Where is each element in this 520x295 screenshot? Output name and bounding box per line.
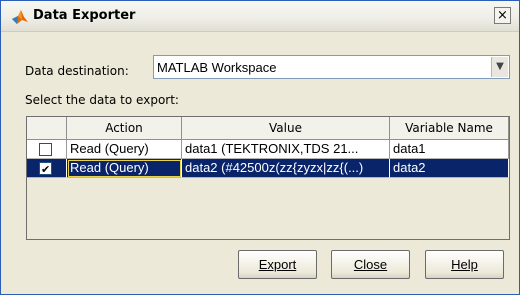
checkmark-icon: ✔ (41, 164, 51, 176)
export-label: Export (258, 257, 297, 272)
value-cell[interactable]: data2 (#42500z(zz{zyzx|zz{(...) (182, 159, 390, 178)
destination-value: MATLAB Workspace (157, 60, 277, 75)
export-table: Action Value Variable Name Read (Query) … (26, 116, 510, 240)
matlab-icon (12, 10, 28, 24)
destination-label: Data destination: (25, 64, 129, 78)
header-variable-name[interactable]: Variable Name (390, 117, 509, 140)
close-label: Close (353, 257, 388, 272)
table-row-selected[interactable]: ✔ Read (Query) data2 (#42500z(zz{zyzx|zz… (27, 159, 509, 178)
chevron-down-icon[interactable]: ▼ (491, 57, 508, 77)
checkbox-cell[interactable] (27, 140, 67, 159)
table-row[interactable]: Read (Query) data1 (TEKTRONIX,TDS 21... … (27, 140, 509, 159)
row-checkbox-checked[interactable]: ✔ (39, 162, 52, 176)
checkbox-cell[interactable]: ✔ (27, 159, 67, 178)
title-bar[interactable]: Data Exporter × (1, 1, 519, 32)
variable-name-cell[interactable]: data1 (390, 140, 509, 159)
row-checkbox[interactable] (39, 143, 52, 156)
action-cell[interactable]: Read (Query) (67, 159, 182, 178)
select-data-label: Select the data to export: (25, 93, 179, 107)
destination-select[interactable]: MATLAB Workspace ▼ (153, 55, 510, 79)
header-checkbox[interactable] (27, 117, 67, 140)
variable-name-cell[interactable]: data2 (390, 159, 509, 178)
data-exporter-window: Data Exporter × Data destination: MATLAB… (0, 0, 520, 295)
export-button[interactable]: Export (238, 250, 317, 279)
close-icon[interactable]: × (494, 7, 511, 24)
help-label: Help (451, 257, 478, 272)
action-cell[interactable]: Read (Query) (67, 140, 182, 159)
header-action[interactable]: Action (67, 117, 182, 140)
header-value[interactable]: Value (182, 117, 390, 140)
value-cell[interactable]: data1 (TEKTRONIX,TDS 21... (182, 140, 390, 159)
close-button[interactable]: Close (331, 250, 410, 279)
help-button[interactable]: Help (425, 250, 504, 279)
window-title: Data Exporter (33, 8, 136, 23)
table-header: Action Value Variable Name (27, 117, 509, 140)
